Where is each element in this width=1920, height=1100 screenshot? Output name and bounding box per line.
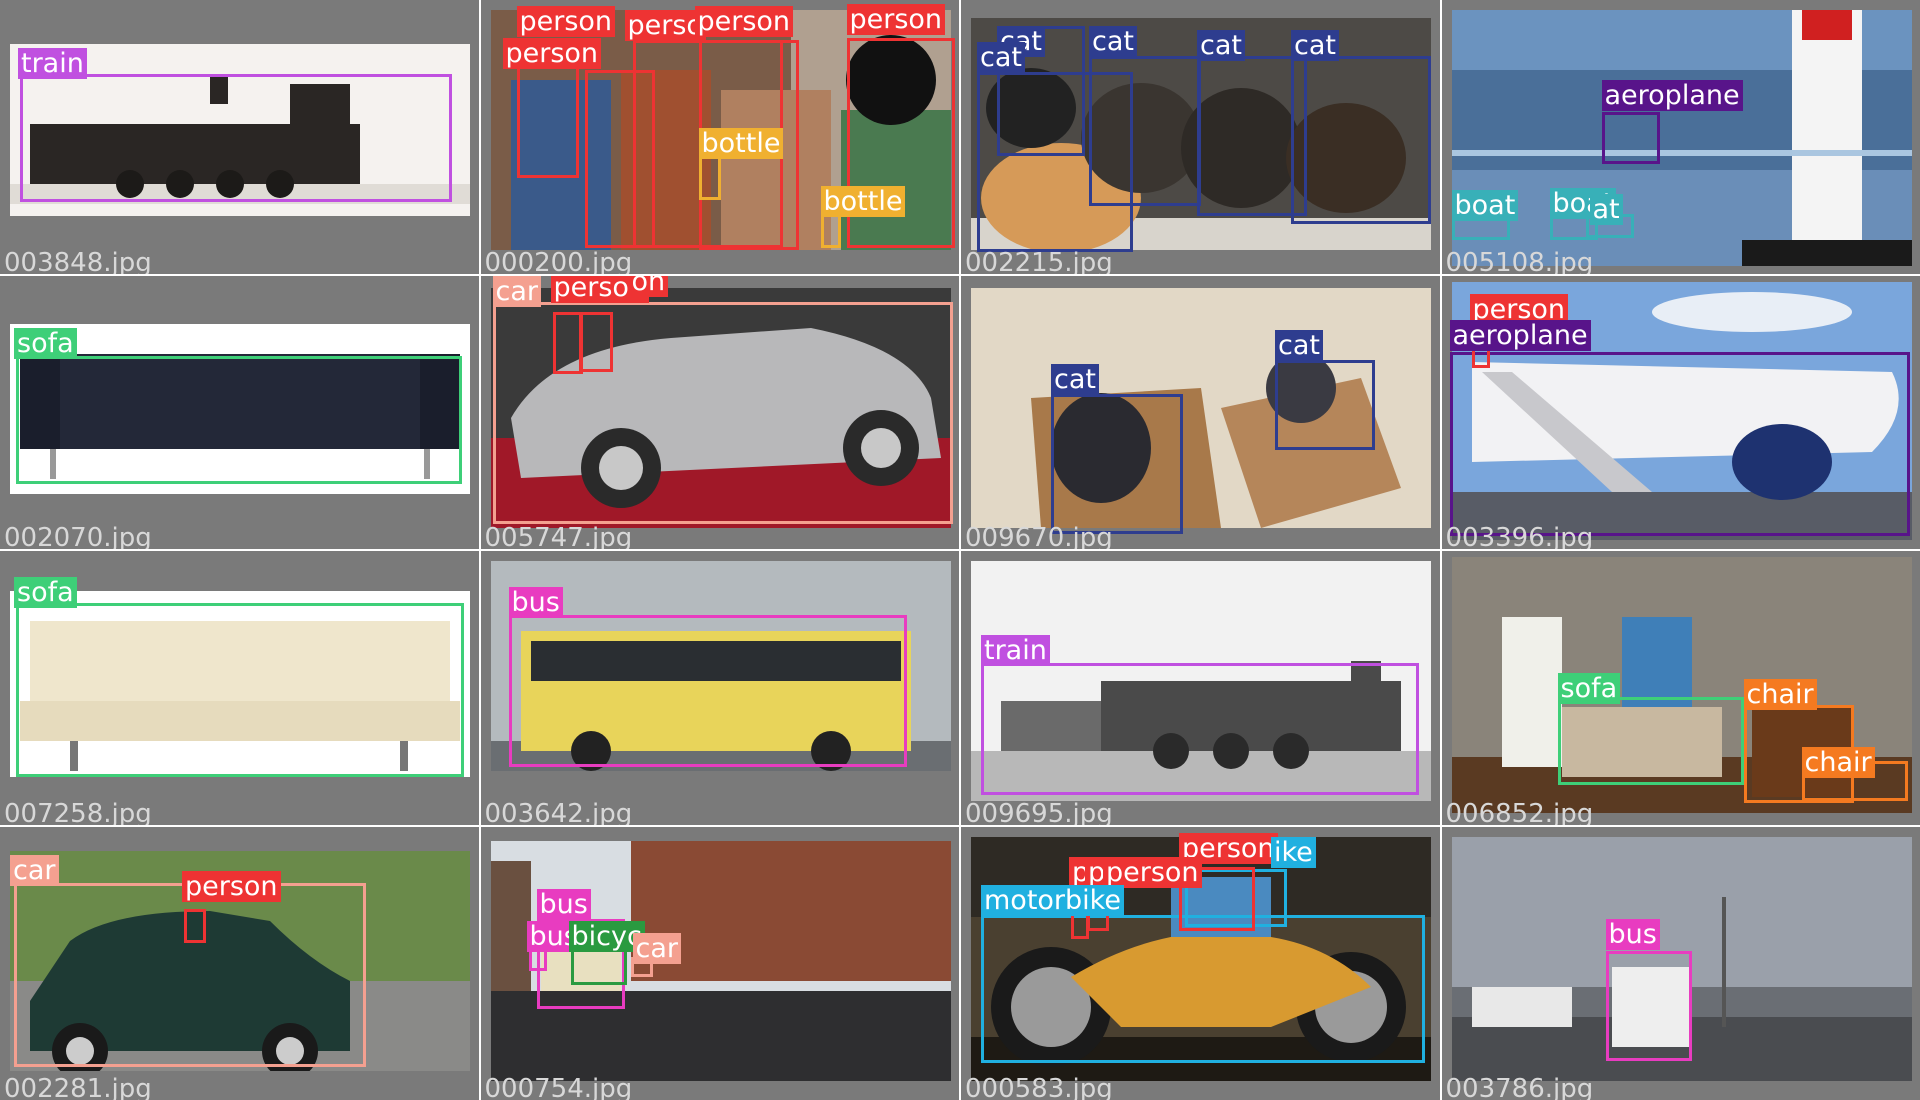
label-aeroplane: aeroplane bbox=[1449, 319, 1591, 351]
bbox-person bbox=[578, 311, 613, 372]
label-car: car bbox=[10, 854, 59, 886]
bbox-cat bbox=[1275, 359, 1375, 450]
bbox-sofa bbox=[16, 355, 462, 484]
bbox-bicycle bbox=[570, 948, 627, 985]
label-cat: cat bbox=[1197, 30, 1245, 61]
label-car: car bbox=[632, 932, 681, 964]
bbox-person bbox=[516, 50, 579, 178]
tile-000754[interactable]: bus bus bicyc car 000754.jpg bbox=[480, 826, 959, 1100]
filename: 005747.jpg bbox=[484, 523, 633, 549]
label-motorbike: motorbike bbox=[981, 884, 1124, 916]
label-person: on bbox=[628, 275, 669, 297]
filename: 003642.jpg bbox=[484, 798, 633, 825]
label-cat: cat bbox=[1291, 30, 1339, 61]
label-bottle: bottle bbox=[820, 186, 906, 217]
label-bus: bus bbox=[508, 587, 563, 618]
label-chair: chair bbox=[1801, 747, 1875, 778]
tile-003786[interactable]: bus 003786.jpg bbox=[1441, 826, 1920, 1100]
bbox-motorbike bbox=[981, 914, 1425, 1063]
tile-003848[interactable]: train 003848.jpg bbox=[0, 0, 479, 274]
label-boat: boat bbox=[1451, 190, 1519, 221]
label-train: train bbox=[18, 48, 87, 79]
label-sofa: sofa bbox=[14, 577, 77, 608]
bbox-cat bbox=[1051, 393, 1183, 534]
label-sofa: sofa bbox=[1557, 673, 1621, 704]
tile-005747[interactable]: car person on 005747.jpg bbox=[480, 275, 959, 549]
label-person: person bbox=[502, 38, 602, 69]
tile-009670[interactable]: cat cat 009670.jpg bbox=[961, 275, 1440, 549]
tile-000583[interactable]: person ike pe p person motorbike 000583.… bbox=[961, 826, 1440, 1100]
label-cat: cat bbox=[1275, 329, 1323, 361]
label-person: person bbox=[516, 6, 616, 37]
filename: 009695.jpg bbox=[965, 798, 1113, 825]
bbox-bottle bbox=[820, 214, 841, 248]
tile-002215[interactable]: cat cat cat cat cat 002215.jpg bbox=[961, 0, 1440, 274]
bbox-sofa bbox=[16, 603, 464, 777]
filename: 000200.jpg bbox=[484, 247, 633, 274]
filename: 000754.jpg bbox=[484, 1074, 633, 1100]
label-bottle: bottle bbox=[698, 128, 784, 159]
label-bus: bus bbox=[1605, 918, 1660, 950]
bbox-train bbox=[981, 663, 1419, 795]
label-cat: cat bbox=[1051, 363, 1099, 395]
tile-002281[interactable]: car person 002281.jpg bbox=[0, 826, 479, 1100]
label-boat: at bbox=[1589, 194, 1623, 225]
label-aeroplane: aeroplane bbox=[1601, 80, 1743, 111]
tile-003642[interactable]: bus 003642.jpg bbox=[480, 551, 959, 825]
tile-000200[interactable]: person person perso person person bottle… bbox=[480, 0, 959, 274]
label-chair: chair bbox=[1743, 679, 1817, 710]
bbox-bus bbox=[1605, 950, 1692, 1061]
filename: 002281.jpg bbox=[4, 1074, 152, 1100]
filename: 007258.jpg bbox=[4, 798, 152, 825]
bbox-train bbox=[20, 74, 452, 202]
label-person: person bbox=[182, 870, 281, 902]
tile-007258[interactable]: sofa 007258.jpg bbox=[0, 551, 479, 825]
bbox-cat bbox=[1089, 56, 1201, 206]
label-person: person bbox=[1103, 856, 1202, 888]
label-person: person bbox=[846, 4, 946, 35]
filename: 003786.jpg bbox=[1445, 1074, 1594, 1100]
bbox-aeroplane bbox=[1449, 351, 1910, 536]
filename: 002215.jpg bbox=[965, 247, 1113, 274]
bbox-cat bbox=[1291, 56, 1431, 224]
filename: 002070.jpg bbox=[4, 523, 152, 549]
bbox-aeroplane bbox=[1601, 112, 1660, 164]
photo-harbor-lighthouse-plane bbox=[1451, 10, 1912, 266]
bbox-sofa bbox=[1557, 697, 1744, 785]
label-sofa: sofa bbox=[14, 327, 77, 359]
filename: 000583.jpg bbox=[965, 1074, 1113, 1100]
tile-005108[interactable]: aeroplane boat boat at 005108.jpg bbox=[1441, 0, 1920, 274]
tile-002070[interactable]: sofa 002070.jpg bbox=[0, 275, 479, 549]
label-bus: bus bbox=[536, 888, 591, 920]
detection-grid: train 003848.jpg person person perso per… bbox=[0, 0, 1920, 1100]
bbox-bus bbox=[508, 615, 907, 767]
filename: 003848.jpg bbox=[4, 247, 152, 274]
label-train: train bbox=[981, 635, 1050, 666]
label-cat: cat bbox=[977, 42, 1025, 73]
filename: 009670.jpg bbox=[965, 523, 1113, 549]
label-cat: cat bbox=[1089, 26, 1137, 57]
label-motorbike: ike bbox=[1271, 836, 1316, 868]
filename: 003396.jpg bbox=[1445, 523, 1594, 549]
filename: 006852.jpg bbox=[1445, 798, 1594, 825]
tile-003396[interactable]: person aeroplane 003396.jpg bbox=[1441, 275, 1920, 549]
tile-009695[interactable]: train 009695.jpg bbox=[961, 551, 1440, 825]
label-person: person bbox=[694, 6, 794, 37]
tile-006852[interactable]: sofa chair chair 006852.jpg bbox=[1441, 551, 1920, 825]
filename: 005108.jpg bbox=[1445, 247, 1594, 274]
bbox-person bbox=[184, 908, 206, 943]
label-car: car bbox=[492, 275, 541, 307]
